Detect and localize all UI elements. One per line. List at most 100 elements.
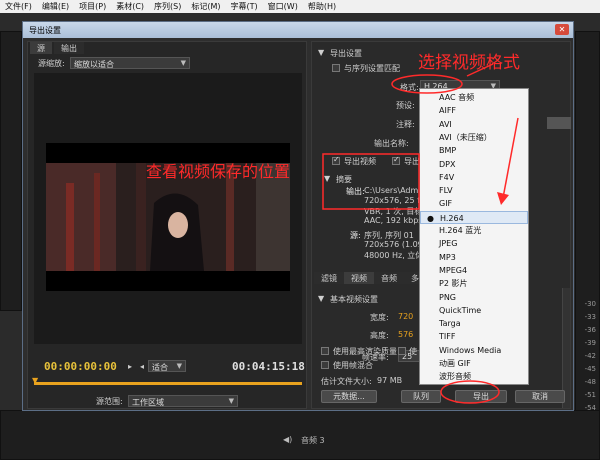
comment-label: 注释: <box>396 120 415 129</box>
format-option[interactable]: Windows Media <box>420 344 528 357</box>
comment-input-right[interactable] <box>547 117 571 129</box>
format-option-label: BMP <box>439 146 457 156</box>
menu-item[interactable]: 文件(F) <box>0 1 37 12</box>
metadata-button[interactable]: 元数据... <box>321 390 377 403</box>
height-value[interactable]: 576 <box>398 330 413 339</box>
format-option[interactable]: QuickTime <box>420 304 528 317</box>
format-option[interactable]: TIFF <box>420 330 528 343</box>
menu-item[interactable]: 项目(P) <box>74 1 111 12</box>
format-option-label: TIFF <box>439 332 456 342</box>
source-range-label: 源范围: <box>96 397 123 406</box>
source-scaling-label: 源缩放: <box>38 59 65 68</box>
tab-source[interactable]: 源 <box>30 42 52 54</box>
cancel-button[interactable]: 取消 <box>515 390 565 403</box>
output-name-label: 输出名称: <box>374 139 409 148</box>
timecode-start: 00:00:00:00 <box>44 360 117 373</box>
format-option[interactable]: F4V <box>420 171 528 184</box>
width-label: 宽度: <box>370 313 389 322</box>
format-option[interactable]: 波形音频 <box>420 370 528 383</box>
menu-item[interactable]: 编辑(E) <box>37 1 74 12</box>
menu-item[interactable]: 标记(M) <box>186 1 225 12</box>
menu-item[interactable]: 字幕(T) <box>226 1 263 12</box>
fit-value: 适合 <box>152 363 168 372</box>
format-option-label: MPEG4 <box>439 265 468 275</box>
summary-collapse-icon[interactable]: ▼ <box>324 174 330 183</box>
format-option[interactable]: DPX <box>420 158 528 171</box>
format-option[interactable]: ● H.264 <box>420 210 528 224</box>
frame-blending-checkbox[interactable] <box>321 361 329 369</box>
format-option[interactable]: FLV <box>420 184 528 197</box>
audio-meter-panel: -30-33-36-39-42-45-48-51-54dB <box>575 31 600 425</box>
menu-item[interactable]: 序列(S) <box>149 1 186 12</box>
match-sequence-label: 与序列设置匹配 <box>344 64 400 73</box>
format-option-label: AVI（未压缩） <box>439 132 492 142</box>
selected-dot-icon: ● <box>427 213 434 223</box>
export-settings-header: 导出设置 <box>330 49 362 58</box>
menu-item[interactable]: 素材(C) <box>111 1 149 12</box>
summary-output-label: 输出: <box>346 187 365 196</box>
format-option-label: PNG <box>439 292 457 302</box>
format-option-label: QuickTime <box>439 305 482 315</box>
format-option[interactable]: JPEG <box>420 237 528 250</box>
work-area-bar[interactable] <box>34 382 302 385</box>
host-timeline: ◀) 音频 3 <box>0 410 600 460</box>
host-left-panel <box>0 31 22 311</box>
export-button[interactable]: 导出 <box>455 390 507 403</box>
format-option[interactable]: AIFF <box>420 104 528 117</box>
source-scaling-select[interactable]: 缩放以适合 ▼ <box>70 57 190 69</box>
format-option[interactable]: MPEG4 <box>420 264 528 277</box>
fit-select[interactable]: 适合 ▼ <box>148 360 186 372</box>
format-option[interactable]: BMP <box>420 144 528 157</box>
format-option[interactable]: 动画 GIF <box>420 357 528 370</box>
preset-label: 预设: <box>396 101 415 110</box>
format-option[interactable]: GIF <box>420 197 528 210</box>
format-option-label: AAC 音频 <box>439 93 475 102</box>
format-dropdown-list[interactable]: AAC 音频 AIFF AVI AVI（未压缩） BMP DPX F4V FLV GIF ● H.2… <box>419 88 529 385</box>
export-video-label: 导出视频 <box>344 157 376 166</box>
source-range-value: 工作区域 <box>132 398 164 407</box>
meter-scale-label: -30 <box>584 300 596 308</box>
export-audio-checkbox[interactable] <box>392 155 400 165</box>
match-sequence-checkbox[interactable] <box>332 64 340 72</box>
menu-item[interactable]: 帮助(H) <box>303 1 341 12</box>
format-option[interactable]: MP3 <box>420 251 528 264</box>
export-video-checkbox[interactable] <box>332 155 340 165</box>
mark-in-icon[interactable]: ▸ <box>128 362 132 371</box>
tab-video[interactable]: 视频 <box>344 272 374 284</box>
format-option[interactable]: AVI <box>420 118 528 131</box>
meter-scale-label: -42 <box>584 352 596 360</box>
source-range-select[interactable]: 工作区域 ▼ <box>128 395 238 407</box>
tab-audio[interactable]: 音频 <box>374 272 404 284</box>
file-size-label: 估计文件大小: <box>321 377 372 386</box>
close-button[interactable]: ✕ <box>555 24 569 35</box>
format-option-label: H.264 <box>440 213 464 223</box>
chevron-down-icon: ▼ <box>180 59 186 67</box>
playhead-icon[interactable]: ▼ <box>32 376 38 385</box>
max-render-quality-checkbox[interactable] <box>321 347 329 355</box>
mark-out-icon[interactable]: ◂ <box>140 362 144 371</box>
dialog-title: 导出设置 <box>29 26 61 35</box>
meter-scale-label: -36 <box>584 326 596 334</box>
preview-panel: 源 输出 源缩放: 缩放以适合 ▼ 00:00:00:00 ▸ ◂ 适合 ▼ 0… <box>27 41 307 409</box>
queue-button[interactable]: 队列 <box>401 390 441 403</box>
meter-scale-label: -45 <box>584 365 596 373</box>
collapse-icon[interactable]: ▼ <box>318 48 324 57</box>
chevron-down-icon: ▼ <box>228 397 234 405</box>
format-option[interactable]: PNG <box>420 291 528 304</box>
tab-filters[interactable]: 滤镜 <box>314 272 344 284</box>
width-value[interactable]: 720 <box>398 312 413 321</box>
use-preview-checkbox[interactable] <box>398 347 406 355</box>
format-option[interactable]: AAC 音频 <box>420 91 528 104</box>
format-option[interactable]: P2 影片 <box>420 277 528 290</box>
basic-video-collapse-icon[interactable]: ▼ <box>318 294 324 303</box>
format-option[interactable]: Targa <box>420 317 528 330</box>
meter-scale-label: -51 <box>584 391 596 399</box>
speaker-icon: ◀) <box>283 435 293 444</box>
format-option[interactable]: H.264 蓝光 <box>420 224 528 237</box>
format-option-label: AVI <box>439 119 452 129</box>
format-option-label: JPEG <box>439 239 458 249</box>
menu-item[interactable]: 窗口(W) <box>263 1 303 12</box>
format-option-label: 动画 GIF <box>439 359 471 368</box>
tab-output[interactable]: 输出 <box>54 42 84 54</box>
format-option[interactable]: AVI（未压缩） <box>420 131 528 144</box>
